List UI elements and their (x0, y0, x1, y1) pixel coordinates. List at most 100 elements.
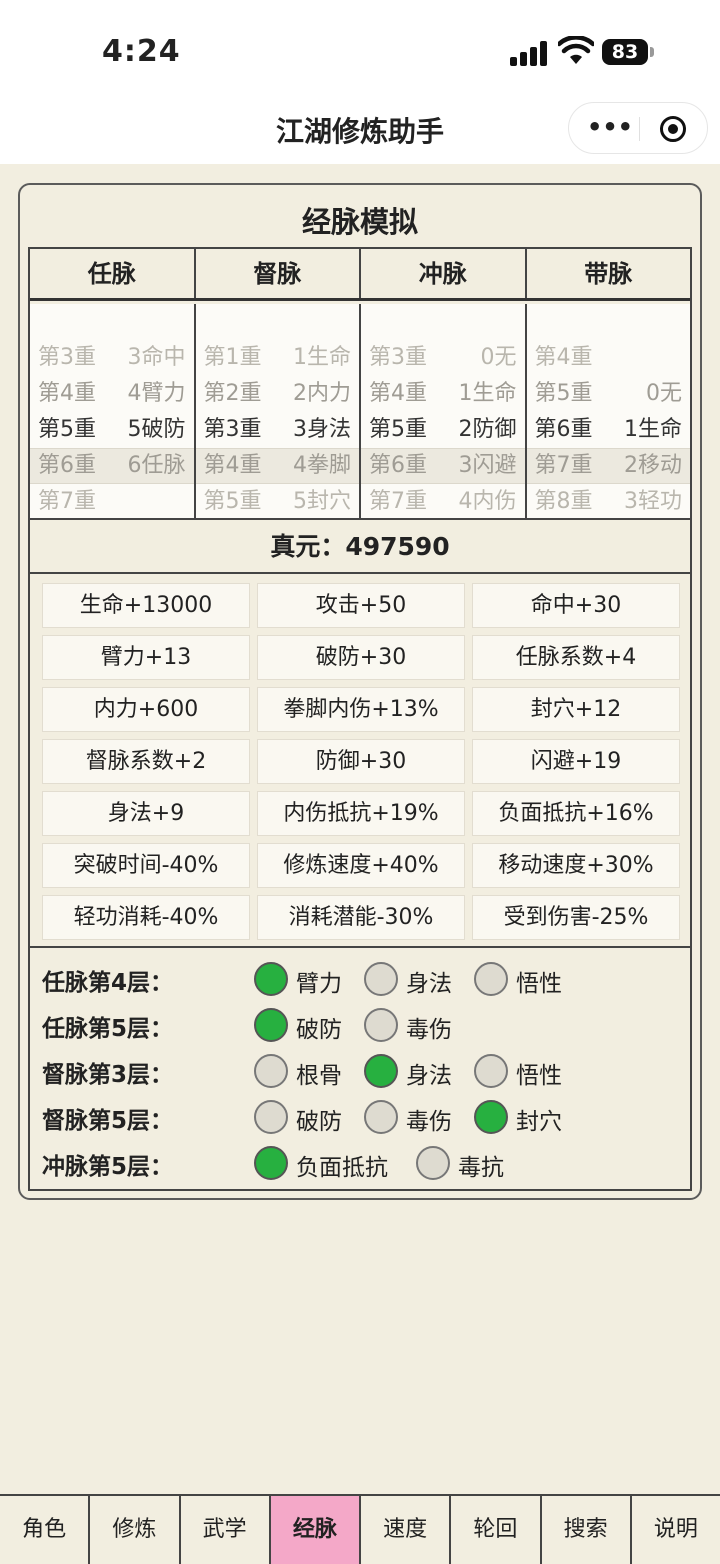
radio-unchecked-icon[interactable] (364, 962, 398, 996)
picker-option[interactable]: 第7重 (30, 484, 194, 518)
picker-option[interactable]: 第5重 5封穴 (196, 484, 360, 518)
picker-option[interactable]: 第1重 1生命 (196, 340, 360, 376)
picker-option[interactable]: 第3重 3身法 (196, 412, 360, 448)
tab-item[interactable]: 轮回 (451, 1496, 542, 1564)
picker-level: 第5重 (203, 489, 262, 514)
radio-label: 封穴 (516, 1109, 562, 1135)
radio-unchecked-icon[interactable] (474, 1054, 508, 1088)
picker-option[interactable]: 第6重 6任脉 (30, 448, 194, 484)
radio-unchecked-icon[interactable] (474, 962, 508, 996)
option-row: 督脉第3层： 根骨 身法 悟性 (42, 1051, 682, 1091)
radio-unchecked-icon[interactable] (364, 1100, 398, 1134)
radio-checked-icon[interactable] (474, 1100, 508, 1134)
stat-cell: 封穴+12 (472, 687, 680, 732)
meridian-panel: 任脉 督脉 冲脉 带脉 第3重 3命中 第4重 4臂力 第5重 5破防 第6重 6任脉 第7重 … (28, 247, 692, 1191)
stat-cell: 轻功消耗-40% (42, 895, 250, 940)
picker-option[interactable]: 第4重 4拳脚 (196, 448, 360, 484)
picker-value: 5封穴 (293, 489, 351, 514)
picker-level: 第7重 (534, 453, 593, 478)
option-row: 任脉第4层： 臂力 身法 悟性 (42, 959, 682, 999)
picker-du[interactable]: 第1重 1生命第2重 2内力第3重 3身法第4重 4拳脚第5重 5封穴 (196, 304, 361, 518)
stat-cell: 督脉系数+2 (42, 739, 250, 784)
radio-unchecked-icon[interactable] (254, 1100, 288, 1134)
picker-value: 1生命 (624, 417, 682, 442)
picker-option[interactable]: 第6重 3闪避 (361, 448, 525, 484)
option-label: 督脉第5层： (42, 1108, 174, 1134)
picker-value: 4内伤 (458, 489, 517, 514)
picker-option[interactable]: 第5重 0无 (527, 376, 691, 412)
picker-level: 第1重 (203, 345, 262, 370)
picker-option[interactable]: 第2重 2内力 (196, 376, 360, 412)
radio-label: 毒抗 (458, 1155, 504, 1181)
stat-cell: 攻击+50 (257, 583, 465, 628)
radio-unchecked-icon[interactable] (254, 1054, 288, 1088)
stat-cell: 闪避+19 (472, 739, 680, 784)
radio-unchecked-icon[interactable] (416, 1146, 450, 1180)
section-divider (30, 946, 690, 948)
radio-checked-icon[interactable] (364, 1054, 398, 1088)
option-row: 任脉第5层： 破防 毒伤 (42, 1005, 682, 1045)
picker-level: 第5重 (38, 417, 96, 442)
radio-label: 身法 (406, 1063, 452, 1089)
tab-item[interactable]: 速度 (361, 1496, 452, 1564)
stat-cell: 命中+30 (472, 583, 680, 628)
picker-option[interactable]: 第7重 4内伤 (361, 484, 525, 518)
picker-option[interactable]: 第3重 3命中 (30, 340, 194, 376)
picker-option[interactable]: 第5重 5破防 (30, 412, 194, 448)
picker-ren[interactable]: 第3重 3命中 第4重 4臂力 第5重 5破防 第6重 6任脉 第7重 (30, 304, 196, 518)
picker-option[interactable]: 第7重 2移动 (527, 448, 691, 484)
stat-cell: 受到伤害-25% (472, 895, 680, 940)
picker-level: 第3重 (203, 417, 262, 442)
picker-option[interactable]: 第3重 0无 (361, 340, 525, 376)
close-target-icon[interactable] (660, 116, 686, 142)
more-icon[interactable]: ••• (587, 113, 633, 141)
stat-cell: 生命+13000 (42, 583, 250, 628)
radio-label: 毒伤 (406, 1017, 452, 1043)
radio-checked-icon[interactable] (254, 962, 288, 996)
option-row: 督脉第5层： 破防 毒伤 封穴 (42, 1097, 682, 1137)
stat-cell: 内力+600 (42, 687, 250, 732)
radio-checked-icon[interactable] (254, 1146, 288, 1180)
picker-dai[interactable]: 第4重第5重 0无第6重 1生命 第7重 2移动 第8重 3轻功 (527, 304, 691, 518)
picker-option[interactable]: 第4重 (527, 340, 691, 376)
picker-level: 第7重 (369, 489, 427, 514)
picker-value: 0无 (646, 381, 682, 406)
tab-item[interactable]: 说明 (632, 1496, 720, 1564)
radio-label: 悟性 (516, 1063, 562, 1089)
tab-item[interactable]: 搜索 (542, 1496, 632, 1564)
tab-item[interactable]: 角色 (0, 1496, 91, 1564)
tab-item[interactable]: 经脉 (270, 1496, 361, 1564)
picker-value: 6任脉 (127, 453, 186, 478)
picker-chong[interactable]: 第3重 0无第4重 1生命第5重 2防御第6重 3闪避第7重 4内伤 (361, 304, 527, 518)
option-label: 任脉第4层： (42, 970, 174, 996)
picker-value: 1生命 (458, 381, 517, 406)
wifi-icon (558, 36, 594, 64)
picker-option[interactable]: 第5重 2防御 (361, 412, 525, 448)
picker-level: 第5重 (369, 417, 427, 442)
option-row: 冲脉第5层： 负面抵抗 毒抗 (42, 1143, 682, 1183)
picker-level: 第3重 (38, 345, 96, 370)
picker-option[interactable]: 第6重 1生命 (527, 412, 691, 448)
picker-value: 0无 (480, 345, 517, 370)
picker-value: 1生命 (293, 345, 351, 370)
meridian-header-ren: 任脉 (30, 249, 196, 298)
stat-cell: 身法+9 (42, 791, 250, 836)
picker-option[interactable]: 第4重 1生命 (361, 376, 525, 412)
tab-item[interactable]: 武学 (181, 1496, 271, 1564)
zhenyuan-total: 真元：497590 (30, 518, 690, 574)
picker-value: 2防御 (458, 417, 517, 442)
picker-level: 第5重 (534, 381, 593, 406)
nav-bar: 江湖修炼助手 ••• (0, 100, 720, 164)
radio-checked-icon[interactable] (254, 1008, 288, 1042)
picker-option[interactable]: 第4重 4臂力 (30, 376, 194, 412)
picker-option[interactable]: 第8重 3轻功 (527, 484, 691, 518)
meridian-pickers: 第3重 3命中 第4重 4臂力 第5重 5破防 第6重 6任脉 第7重 第1重 1生命 第2重 2内力… (30, 304, 690, 518)
picker-level: 第3重 (369, 345, 427, 370)
option-label: 督脉第3层： (42, 1062, 174, 1088)
picker-value: 3身法 (293, 417, 351, 442)
radio-label: 臂力 (296, 971, 342, 997)
option-label: 任脉第5层： (42, 1016, 174, 1042)
tab-item[interactable]: 修炼 (90, 1496, 181, 1564)
stat-cell: 拳脚内伤+13% (257, 687, 465, 732)
radio-unchecked-icon[interactable] (364, 1008, 398, 1042)
